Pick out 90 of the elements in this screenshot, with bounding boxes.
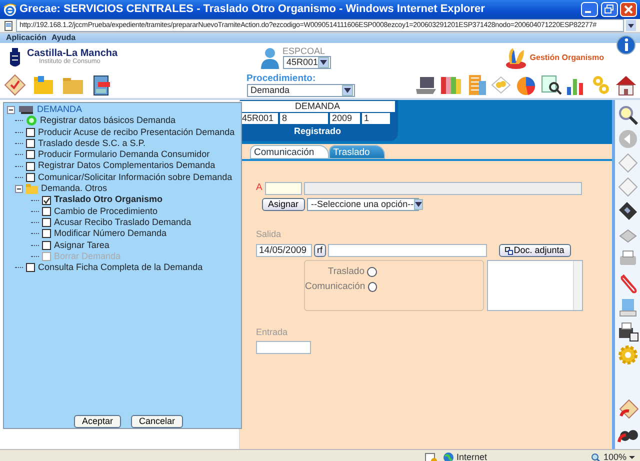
menu-item[interactable]: Ayuda [51, 33, 76, 43]
info-icon[interactable] [616, 35, 636, 55]
record-status: Registrado [292, 125, 342, 138]
tree-item[interactable]: Modificar Número Demanda [54, 228, 167, 240]
office-select[interactable]: 45R001 [282, 56, 330, 69]
tree-item[interactable]: Acusar Recibo Traslado Demanda [54, 216, 192, 228]
caret-icon[interactable] [344, 88, 350, 93]
tree-item[interactable]: Producir Acuse de recibo Presentación Demanda [38, 126, 235, 138]
checkbox[interactable] [42, 240, 51, 250]
radio-button[interactable] [368, 282, 377, 292]
radio-button[interactable] [367, 267, 377, 278]
checkbox[interactable] [26, 139, 35, 148]
folder-icon[interactable] [32, 73, 56, 97]
module-name: Gestión Organismo [530, 52, 604, 64]
house-icon[interactable] [614, 73, 638, 97]
collapse-icon[interactable] [15, 184, 23, 193]
tree-item[interactable]: Registrar Datos Complementarios Demanda [38, 160, 216, 172]
checkbox[interactable] [26, 172, 35, 182]
globe-icon [443, 452, 454, 461]
dialog-button[interactable]: Cancelar [131, 415, 184, 428]
tree-item[interactable]: Consulta Ficha Completa de la Demanda [38, 262, 203, 274]
dropdown-icon[interactable] [626, 20, 636, 31]
checkbox[interactable] [42, 218, 51, 228]
tree-item[interactable]: Producir Formulario Demanda Consumidor [38, 149, 210, 160]
close-button[interactable] [620, 2, 637, 17]
tree-item[interactable]: Traslado Otro Organismo [54, 194, 163, 206]
tree-item[interactable]: Asignar Tarea [54, 240, 110, 251]
assign-button[interactable]: Asignar [262, 198, 305, 211]
entrada-field[interactable] [256, 340, 311, 354]
record-field: 8 [280, 113, 328, 124]
radio-label: Comunicación [305, 280, 366, 294]
record-field: 45R001 [240, 113, 278, 124]
computer-icon [18, 104, 34, 116]
print-preview-icon[interactable] [616, 320, 638, 342]
dialog-button[interactable]: Aceptar [74, 415, 122, 428]
checkbox[interactable] [42, 229, 51, 238]
tree-item[interactable]: Traslado desde S.C. a S.P. [38, 138, 146, 150]
checkbox[interactable] [26, 162, 35, 171]
date-field[interactable]: 14/05/2009 [256, 244, 312, 258]
zone-text: Internet [456, 450, 488, 461]
name-field[interactable] [304, 182, 582, 195]
page-icon [4, 20, 13, 30]
record-field: 1 [362, 113, 390, 124]
text-field[interactable] [328, 244, 486, 258]
radio-label: Traslado [328, 265, 364, 280]
folder-icon [26, 183, 38, 194]
tree-item[interactable]: Comunicar/Solicitar Información sobre Demanda [38, 172, 232, 184]
rf-button[interactable]: rf [314, 244, 326, 258]
procedure-label: Procedimiento: [246, 73, 317, 84]
entrada-label: Entrada [256, 326, 288, 337]
tab[interactable]: Comunicación [250, 145, 330, 159]
user-avatar-icon [260, 46, 280, 68]
window-title: Grecae: SERVICIOS CENTRALES - Traslado Otro Organismo - Windows Internet Explorer [20, 2, 486, 18]
caret-icon[interactable] [629, 456, 635, 459]
tree-item[interactable]: Demanda. Otros [41, 183, 108, 194]
module-logo-icon [504, 46, 527, 68]
attachment-button[interactable]: Doc. adjunta [498, 244, 570, 258]
restore-button[interactable] [600, 2, 618, 17]
code-field[interactable] [264, 182, 302, 195]
user-name: ESPCOAL [282, 46, 326, 56]
attachment-icon [504, 246, 513, 255]
tree-item[interactable]: Cambio de Procedimiento [54, 206, 158, 217]
search-icon[interactable] [616, 104, 638, 126]
checkbox[interactable] [42, 206, 51, 216]
record-title: DEMANDA [240, 101, 395, 112]
checkbox[interactable] [42, 196, 51, 205]
clipboard-arrow-icon[interactable] [616, 398, 638, 420]
logo-title: Castilla-La Mancha [27, 49, 118, 60]
checkbox[interactable] [26, 150, 35, 160]
tree-item[interactable]: Registrar datos básicos Demanda [40, 115, 176, 127]
collapse-icon[interactable] [7, 106, 15, 114]
ie-logo-icon [3, 2, 17, 16]
zoom-icon[interactable] [590, 452, 601, 461]
record-field: 2009 [330, 113, 360, 124]
zoom-level[interactable]: 100% [603, 450, 626, 461]
tab[interactable]: Traslado [329, 145, 385, 159]
search-document-icon[interactable] [538, 73, 562, 97]
tree-root[interactable]: DEMANDA [37, 104, 82, 116]
status-done-icon [26, 115, 37, 126]
caret-icon[interactable] [414, 202, 422, 207]
salida-label: Salida [256, 228, 282, 239]
minimize-button[interactable] [581, 2, 598, 17]
checkbox[interactable] [26, 263, 35, 272]
menu-item[interactable]: Aplicación [6, 33, 46, 43]
coat-of-arms-icon [8, 46, 22, 68]
required-label: A [256, 181, 262, 195]
clipboard-icon[interactable] [2, 73, 26, 97]
caret-icon[interactable] [320, 60, 327, 65]
checkbox[interactable] [26, 128, 35, 137]
procedure-select[interactable]: Demanda [246, 84, 354, 97]
